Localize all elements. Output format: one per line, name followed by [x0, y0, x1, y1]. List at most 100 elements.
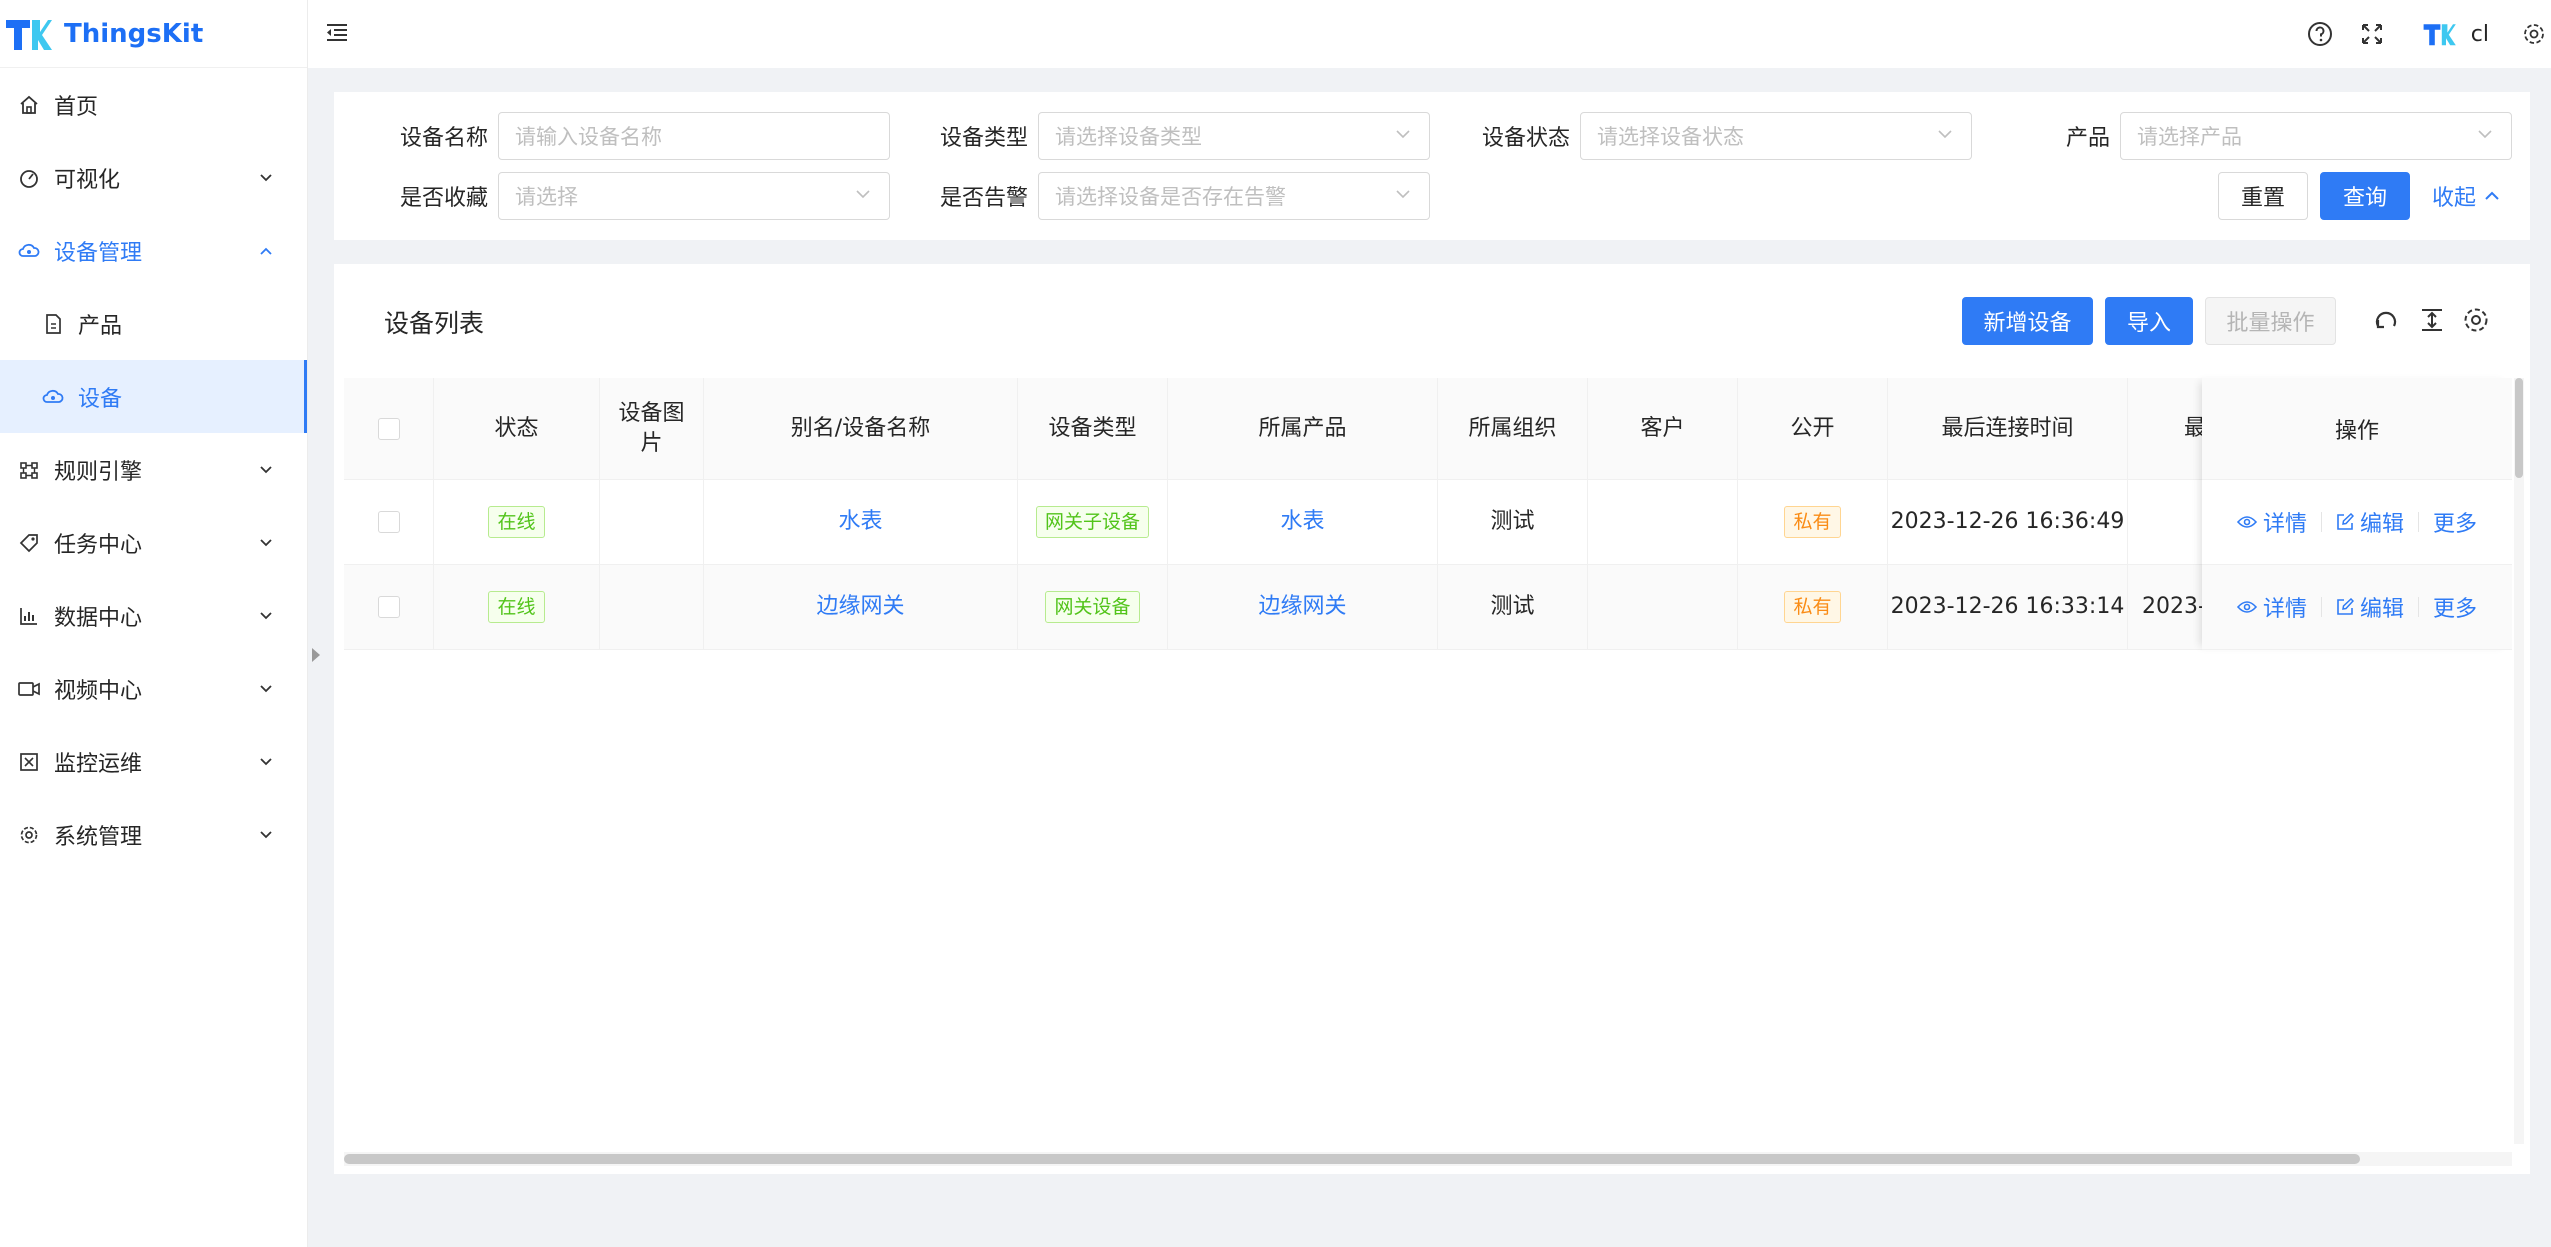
sidebar-item-data-center[interactable]: 数据中心	[0, 579, 307, 652]
sidebar-item-product[interactable]: 产品	[0, 287, 307, 360]
product-link[interactable]: 边缘网关	[1168, 565, 1438, 649]
row-checkbox[interactable]	[377, 596, 400, 618]
bar-chart-icon	[18, 605, 40, 627]
table-horizontal-scrollbar[interactable]	[344, 1152, 2512, 1166]
device-name-input[interactable]: 请输入设备名称	[498, 112, 890, 160]
last-connect-cell: 2023-12-26 16:33:14	[1888, 565, 2128, 649]
device-name-link[interactable]: 边缘网关	[704, 565, 1018, 649]
column-header-org[interactable]: 所属组织	[1438, 378, 1588, 479]
column-header-status[interactable]: 状态	[434, 378, 600, 479]
alarm-select[interactable]: 请选择设备是否存在告警	[1038, 172, 1430, 220]
sidebar-item-label: 监控运维	[54, 751, 143, 777]
sidebar-item-device-management[interactable]: 设备管理	[0, 214, 307, 287]
sidebar-item-label: 任务中心	[54, 532, 143, 558]
add-device-button[interactable]: 新增设备	[1962, 297, 2093, 345]
help-icon[interactable]	[2307, 21, 2333, 47]
chevron-down-icon	[255, 830, 277, 840]
select-placeholder: 请选择设备类型	[1055, 125, 1202, 149]
column-header-image[interactable]: 设备图片	[600, 378, 704, 479]
select-placeholder: 请选择	[515, 185, 578, 209]
sidebar-item-device[interactable]: 设备	[0, 360, 307, 433]
table-header-row: 状态 设备图片 别名/设备名称 设备类型 所属产品 所属组织 客户 公开 最后连…	[344, 378, 2512, 480]
sidebar-item-visualization[interactable]: 可视化	[0, 141, 307, 214]
sidebar-item-system-management[interactable]: 系统管理	[0, 798, 307, 871]
column-header-image-label: 设备图片	[618, 400, 685, 456]
sidebar-collapse-handle[interactable]	[312, 648, 320, 662]
image-cell	[600, 565, 704, 649]
batch-operation-button[interactable]: 批量操作	[2205, 297, 2336, 345]
alarm-field: 是否告警 请选择设备是否存在告警	[914, 172, 1430, 220]
scrollbar-thumb[interactable]	[2515, 378, 2523, 478]
reset-button[interactable]: 重置	[2218, 172, 2308, 220]
sidebar-item-rule-engine[interactable]: 规则引擎	[0, 433, 307, 506]
detail-action[interactable]: 详情	[2236, 591, 2307, 623]
cloud-device-icon	[18, 240, 40, 262]
status-cell: 在线	[434, 480, 600, 564]
device-table: 状态 设备图片 别名/设备名称 设备类型 所属产品 所属组织 客户 公开 最后连…	[344, 378, 2512, 650]
sidebar-item-task-center[interactable]: 任务中心	[0, 506, 307, 579]
import-button[interactable]: 导入	[2105, 297, 2193, 345]
dashboard-gauge-icon	[18, 167, 40, 189]
chevron-down-icon	[1396, 130, 1410, 139]
logo[interactable]: ThingsKit	[0, 0, 307, 68]
detail-action[interactable]: 详情	[2236, 506, 2307, 538]
header-actions: cl	[2281, 0, 2551, 68]
sidebar-item-monitoring[interactable]: 监控运维	[0, 725, 307, 798]
sidebar-item-home[interactable]: 首页	[0, 68, 307, 141]
column-header-last-partial[interactable]: 最后	[2128, 378, 2212, 479]
column-header-actions: 操作	[2202, 378, 2512, 480]
collapse-toggle[interactable]: 收起	[2432, 180, 2500, 212]
product-select[interactable]: 请选择产品	[2120, 112, 2512, 160]
top-header: cl	[308, 0, 2551, 68]
column-header-product[interactable]: 所属产品	[1168, 378, 1438, 479]
user-avatar-icon[interactable]	[2421, 21, 2457, 47]
column-header-name[interactable]: 别名/设备名称	[704, 378, 1018, 479]
sidebar-item-label: 数据中心	[54, 605, 143, 631]
column-height-icon[interactable]	[2416, 304, 2448, 336]
eye-icon	[2236, 516, 2257, 528]
fullscreen-icon[interactable]	[2359, 21, 2385, 47]
home-icon	[18, 94, 40, 116]
query-button[interactable]: 查询	[2320, 172, 2410, 220]
table-vertical-scrollbar[interactable]	[2514, 378, 2524, 1144]
more-action[interactable]: 更多	[2433, 506, 2477, 538]
edit-action[interactable]: 编辑	[2336, 506, 2404, 538]
device-type-badge: 网关子设备	[1035, 506, 1149, 538]
refresh-icon[interactable]	[2370, 304, 2402, 336]
device-type-select[interactable]: 请选择设备类型	[1038, 112, 1430, 160]
sidebar-item-label: 设备	[78, 386, 123, 412]
row-actions: 详情 编辑 更多	[2202, 565, 2512, 650]
edit-action[interactable]: 编辑	[2336, 591, 2404, 623]
sidebar-item-label: 产品	[78, 313, 123, 339]
select-all-checkbox[interactable]	[377, 417, 400, 440]
user-name[interactable]: cl	[2471, 22, 2489, 47]
field-label: 是否收藏	[399, 186, 488, 211]
table-row[interactable]: 在线 水表 网关子设备 水表 测试 私有 2023-12-26 16:36:49	[344, 480, 2512, 565]
edit-label: 编辑	[2359, 597, 2404, 622]
sidebar-item-label: 首页	[54, 94, 99, 120]
last-partial-cell	[2128, 480, 2212, 564]
product-link[interactable]: 水表	[1168, 480, 1438, 564]
field-label: 产品	[2065, 126, 2110, 151]
row-checkbox[interactable]	[377, 511, 400, 533]
device-name-link[interactable]: 水表	[704, 480, 1018, 564]
column-header-public[interactable]: 公开	[1738, 378, 1888, 479]
chevron-down-icon	[255, 611, 277, 621]
table-row[interactable]: 在线 边缘网关 网关设备 边缘网关 测试 私有 2023-12-26 16:33…	[344, 565, 2512, 650]
cloud-device-icon	[42, 386, 64, 408]
device-status-select[interactable]: 请选择设备状态	[1580, 112, 1972, 160]
menu-fold-icon[interactable]	[324, 20, 350, 46]
column-header-customer[interactable]: 客户	[1588, 378, 1738, 479]
column-settings-icon[interactable]	[2460, 304, 2492, 336]
product-field: 产品 请选择产品	[1998, 112, 2512, 160]
settings-gear-icon[interactable]	[2521, 21, 2547, 47]
sidebar-item-video-center[interactable]: 视频中心	[0, 652, 307, 725]
column-header-type[interactable]: 设备类型	[1018, 378, 1168, 479]
more-action[interactable]: 更多	[2433, 591, 2477, 623]
chevron-down-icon	[2478, 130, 2492, 139]
detail-label: 详情	[2262, 512, 2307, 537]
scrollbar-thumb[interactable]	[344, 1154, 2360, 1164]
public-badge: 私有	[1784, 591, 1841, 623]
column-header-last-connect[interactable]: 最后连接时间	[1888, 378, 2128, 479]
favorite-select[interactable]: 请选择	[498, 172, 890, 220]
